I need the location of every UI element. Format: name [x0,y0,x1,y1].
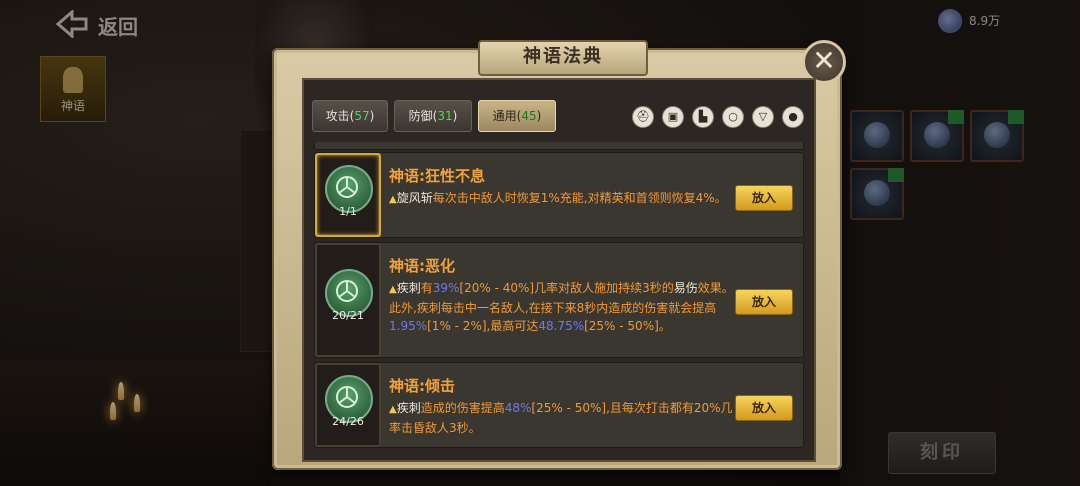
place-button[interactable]: 放入 [735,289,793,315]
ring-icon[interactable]: ○ [722,106,744,128]
codex-modal: 神语法典 ✕ 攻击(57) 防御(31) 通用(45) ⛑ ▣ ▙ ○ ▽ ● 1/1 神语… [272,40,846,470]
modal-content: 攻击(57) 防御(31) 通用(45) ⛑ ▣ ▙ ○ ▽ ● 1/1 神语:狂性不息 ▲旋… [302,78,816,462]
collection-count: 24/26 [332,415,364,428]
helmet-icon[interactable]: ⛑ [632,106,654,128]
amulet-icon[interactable]: ● [782,106,804,128]
emblem-slot: 24/26 [315,363,381,447]
place-button[interactable]: 放入 [735,185,793,211]
description-text: [20% - 40%]几率对敌人施加持续3秒的 [459,281,674,295]
value-highlight: 48.75% [538,319,585,333]
modal-title: 神语法典 [478,40,648,76]
tab-count: 57 [354,109,370,123]
emblem-slot: 1/1 [315,153,381,237]
tab-label: 攻击( [325,109,355,123]
list-item-partial [314,142,804,150]
skill-keyword: 疾刺 [396,281,421,295]
tab-count: 31 [437,109,453,123]
inscription-list[interactable]: 1/1 神语:狂性不息 ▲旋风斩每次击中敌人时恢复1%充能,对精英和首领则恢复4%。… [314,142,804,456]
bullet-triangle-icon: ▲ [389,404,397,415]
inscription-title: 神语:倾击 [389,377,455,395]
inscription-title: 神语:狂性不息 [389,167,485,185]
collection-count: 1/1 [339,205,357,218]
value-highlight: 39% [432,281,460,295]
skill-keyword: 易伤 [673,281,698,295]
list-item[interactable]: 1/1 神语:狂性不息 ▲旋风斩每次击中敌人时恢复1%充能,对精英和首领则恢复4%。… [314,152,804,238]
tab-attack[interactable]: 攻击(57) [312,100,388,132]
bullet-triangle-icon: ▲ [389,284,397,295]
tab-defense[interactable]: 防御(31) [394,100,472,132]
skill-keyword: 旋风斩 [396,191,433,205]
bullet-triangle-icon: ▲ [389,194,397,205]
tab-label: 通用( [492,109,522,123]
list-item[interactable]: 20/21 神语:恶化 ▲疾刺有39%[20% - 40%]几率对敌人施加持续3秒的… [314,242,804,358]
tab-label: 防御( [408,109,438,123]
inscription-title: 神语:恶化 [389,257,455,275]
description-text: 有 [420,281,433,295]
list-item[interactable]: 24/26 神语:倾击 ▲疾刺造成的伤害提高48%[25% - 50%],且每次打击… [314,362,804,448]
description-text: [1% - 2%],最高可达 [427,319,539,333]
place-button[interactable]: 放入 [735,395,793,421]
description-text: 造成的伤害提高 [420,401,505,415]
value-highlight: 48% [504,401,532,415]
tab-count: 45 [521,109,537,123]
tab-general[interactable]: 通用(45) [478,100,556,132]
value-highlight: 1.95% [389,319,428,333]
skill-keyword: 疾刺 [396,401,421,415]
armor-icon[interactable]: ▣ [662,106,684,128]
inscription-description: ▲旋风斩每次击中敌人时恢复1%充能,对精英和首领则恢复4%。 [389,189,734,209]
description-text: 每次击中敌人时恢复1%充能,对精英和首领则恢复4%。 [432,191,727,205]
inscription-description: ▲疾刺造成的伤害提高48%[25% - 50%],且每次打击都有20%几率击昏敌… [389,399,734,437]
collection-count: 20/21 [332,309,364,322]
emblem-slot: 20/21 [315,243,381,357]
boots-icon[interactable]: ▙ [692,106,714,128]
inscription-description: ▲疾刺有39%[20% - 40%]几率对敌人施加持续3秒的易伤效果。此外,疾刺… [389,279,734,335]
necklace-icon[interactable]: ▽ [752,106,774,128]
description-text: [25% - 50%]。 [584,319,671,333]
